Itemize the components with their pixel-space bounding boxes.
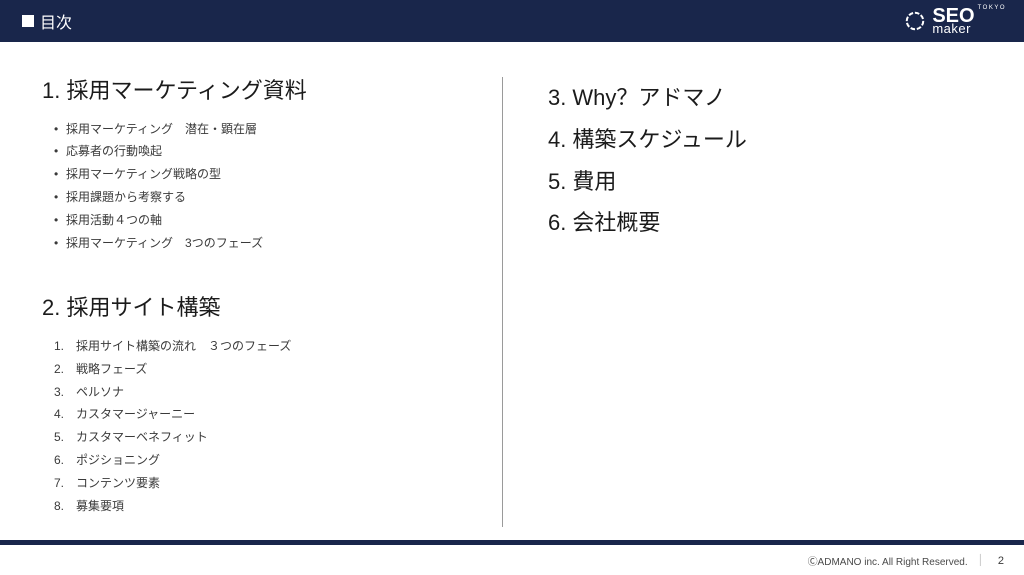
copyright-text: ⒸADMANO inc. All Right Reserved. [808,553,968,568]
list-item: 4.カスタマージャーニー [54,403,482,426]
footer-separator-icon: │ [978,555,984,566]
list-item: 7.コンテンツ要素 [54,472,482,495]
logo-mark-icon [904,10,926,32]
list-item: 採用活動４つの軸 [54,209,482,232]
toc-item: 4.構築スケジュール [548,119,994,161]
left-column: 1. 採用マーケティング資料 採用マーケティング 潜在・顕在層 応募者の行動喚起… [42,77,502,545]
list-item: 5.カスタマーベネフィット [54,426,482,449]
page-number: 2 [994,555,1004,567]
list-item: 6.ポジショニング [54,449,482,472]
list-item: 3.ペルソナ [54,381,482,404]
section2-title: 2. 採用サイト構築 [42,294,482,323]
section2-num: 2. [42,295,60,320]
section2-text: 採用サイト構築 [66,295,220,320]
square-bullet-icon [22,15,34,27]
section1-list: 採用マーケティング 潜在・顕在層 応募者の行動喚起 採用マーケティング戦略の型 … [42,118,482,255]
toc-item: 6.会社概要 [548,202,994,244]
footer: ⒸADMANO inc. All Right Reserved. │ 2 [808,553,1004,568]
footer-divider [0,540,1024,545]
section1-num: 1. [42,78,60,103]
toc-item: 5.費用 [548,161,994,203]
list-item: 応募者の行動喚起 [54,140,482,163]
brand-logo: SEO TOKYO maker [904,7,1006,35]
logo-text-tokyo: TOKYO [978,5,1006,11]
toc-item: 3.Why？アドマノ [548,77,994,119]
list-item: 8.募集要項 [54,495,482,518]
logo-text-maker: maker [932,22,1006,35]
page-title: 目次 [22,9,72,33]
section1-title: 1. 採用マーケティング資料 [42,77,482,106]
list-item: 採用マーケティング 3つのフェーズ [54,232,482,255]
section2-list: 1.採用サイト構築の流れ ３つのフェーズ 2.戦略フェーズ 3.ペルソナ 4.カ… [42,335,482,517]
title-text: 目次 [40,9,72,33]
section1-text: 採用マーケティング資料 [66,78,306,103]
content-area: 1. 採用マーケティング資料 採用マーケティング 潜在・顕在層 応募者の行動喚起… [0,42,1024,545]
right-column: 3.Why？アドマノ 4.構築スケジュール 5.費用 6.会社概要 [502,77,994,527]
header-bar: 目次 SEO TOKYO maker [0,0,1024,42]
list-item: 2.戦略フェーズ [54,358,482,381]
list-item: 採用マーケティング 潜在・顕在層 [54,118,482,141]
list-item: 採用課題から考察する [54,186,482,209]
list-item: 1.採用サイト構築の流れ ３つのフェーズ [54,335,482,358]
list-item: 採用マーケティング戦略の型 [54,163,482,186]
